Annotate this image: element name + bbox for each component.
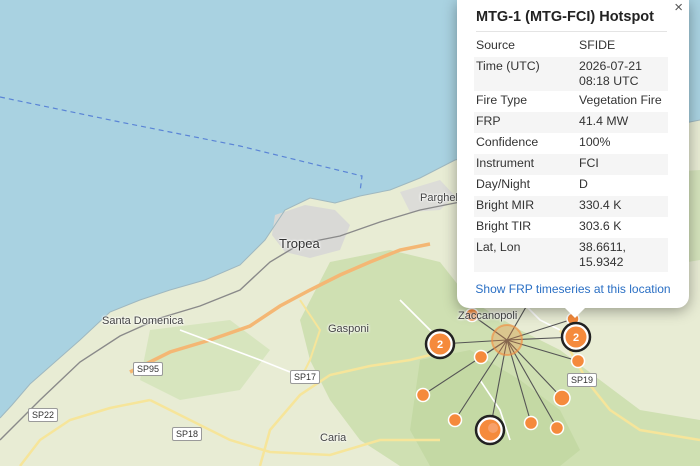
- cluster-count-right: 2: [573, 332, 579, 344]
- attr-value: 41.4 MW: [577, 112, 668, 133]
- road-shield-sp17: SP17: [290, 370, 321, 384]
- attr-key: Time (UTC): [474, 57, 577, 91]
- road-shield-sp95: SP95: [133, 362, 164, 376]
- attr-value: 2026-07-21 08:18 UTC: [577, 57, 668, 91]
- table-row: Time (UTC) 2026-07-21 08:18 UTC: [474, 57, 668, 91]
- attr-key: Fire Type: [476, 93, 528, 107]
- attr-key: Lat, Lon: [474, 238, 577, 272]
- table-row: Day/Night D: [474, 175, 668, 196]
- table-row: Instrument FCI: [474, 154, 668, 175]
- hotspot-marker[interactable]: [553, 389, 571, 407]
- attr-key: Source: [476, 38, 515, 52]
- place-label-gasponi: Gasponi: [328, 323, 369, 335]
- place-label-santa-domenica: Santa Domenica: [102, 315, 184, 327]
- hotspot-marker[interactable]: [473, 349, 489, 365]
- hotspot-popup: × MTG-1 (MTG-FCI) Hotspot Source SFIDE Ti…: [457, 0, 689, 318]
- frp-timeseries-link[interactable]: Show FRP timeseries at this location: [457, 282, 689, 296]
- place-label-caria: Caria: [320, 432, 347, 444]
- attr-value: Vegetation Fire: [579, 93, 662, 107]
- cluster-marker-bottom[interactable]: [474, 414, 506, 446]
- popup-tip: [565, 308, 585, 318]
- road-shield-sp18: SP18: [172, 427, 203, 441]
- attr-value: 303.6 K: [579, 219, 622, 233]
- table-row: Confidence 100%: [474, 133, 668, 154]
- hotspot-marker[interactable]: [570, 353, 586, 369]
- table-row: Fire Type Vegetation Fire: [474, 91, 668, 112]
- attr-key: Day/Night: [476, 177, 530, 191]
- table-row: Lat, Lon 38.6611, 15.9342: [474, 238, 668, 272]
- hotspot-marker[interactable]: [447, 412, 463, 428]
- popup-divider: [476, 31, 667, 32]
- hotspot-marker[interactable]: [523, 415, 539, 431]
- attr-key: Bright TIR: [476, 219, 532, 233]
- road-shield-sp19: SP19: [567, 373, 598, 387]
- close-icon[interactable]: ×: [674, 0, 683, 16]
- place-label-tropea: Tropea: [279, 236, 320, 251]
- hotspot-marker[interactable]: [415, 387, 431, 403]
- attr-value: 330.4 K: [577, 196, 668, 217]
- attr-value: 38.6611, 15.9342: [577, 238, 668, 272]
- cluster-count-left: 2: [437, 339, 443, 351]
- place-label-zaccanopoli: Zaccanopoli: [458, 310, 518, 322]
- attr-key: Instrument: [474, 154, 577, 175]
- hotspot-attributes-table: Source SFIDE Time (UTC) 2026-07-21 08:18 U…: [474, 36, 668, 272]
- table-row: Bright MIR 330.4 K: [474, 196, 668, 217]
- popup-title: MTG-1 (MTG-FCI) Hotspot: [476, 9, 654, 25]
- attr-key: Confidence: [476, 135, 539, 149]
- attr-value: FCI: [577, 154, 668, 175]
- attr-key: Bright MIR: [474, 196, 577, 217]
- attr-key: FRP: [474, 112, 577, 133]
- table-row: FRP 41.4 MW: [474, 112, 668, 133]
- attr-value: SFIDE: [579, 38, 616, 52]
- attr-value: 100%: [579, 135, 611, 149]
- table-row: Bright TIR 303.6 K: [474, 217, 668, 238]
- table-row: Source SFIDE: [474, 36, 668, 57]
- road-shield-sp22: SP22: [28, 408, 59, 422]
- hotspot-marker[interactable]: [549, 420, 565, 436]
- attr-value: D: [579, 177, 588, 191]
- place-label-parghelia: Parghel: [420, 192, 458, 204]
- spider-center-marker[interactable]: [491, 324, 523, 356]
